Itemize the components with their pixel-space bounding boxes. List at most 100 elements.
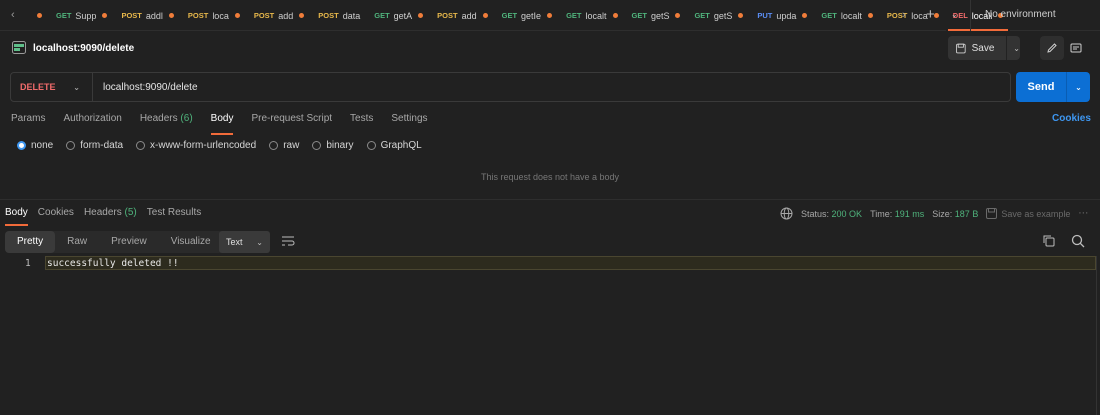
response-view-tab[interactable]: Raw	[55, 231, 99, 253]
request-tab-name: localt	[585, 10, 607, 21]
request-tab[interactable]: PUT upda	[750, 0, 814, 31]
request-tab-name: upda	[776, 10, 797, 21]
documentation-button[interactable]	[1064, 36, 1088, 60]
http-request-icon	[12, 41, 26, 54]
tab-scroll-left-icon[interactable]: ‹	[11, 9, 15, 21]
response-view-tabs: Pretty Raw Preview Visualize	[5, 231, 223, 253]
more-options-icon[interactable]: ⋯	[1078, 208, 1088, 219]
request-tab[interactable]: POST loca	[880, 0, 946, 31]
request-tab-name: data	[342, 10, 361, 21]
request-tab-name: add	[461, 10, 477, 21]
tab-tests[interactable]: Tests	[350, 113, 373, 124]
tab-settings[interactable]: Settings	[391, 113, 427, 124]
request-tab[interactable]: POST add	[430, 0, 494, 31]
editor-scrollbar[interactable]	[1096, 256, 1097, 415]
environment-selector[interactable]: No environment	[985, 9, 1056, 20]
empty-body-message: This request does not have a body	[480, 172, 620, 182]
globe-icon[interactable]	[780, 207, 793, 220]
radio-circle-icon	[66, 141, 76, 150]
request-tab[interactable]: POST data	[311, 0, 367, 31]
request-tab-name: getS	[713, 10, 733, 21]
response-tab-cookies[interactable]: Cookies	[38, 207, 74, 218]
request-title[interactable]: localhost:9090/delete	[33, 43, 134, 54]
request-tab[interactable]: GET getS	[687, 0, 750, 31]
pencil-icon	[1047, 43, 1057, 53]
save-options-chevron-icon[interactable]: ⌄	[1013, 44, 1020, 53]
request-tab[interactable]: POST add	[247, 0, 311, 31]
tab-list-chevron-icon[interactable]: ⌄	[951, 10, 958, 19]
tab-prerequest-script[interactable]: Pre-request Script	[251, 113, 332, 124]
body-type-radio[interactable]: binary	[312, 140, 354, 151]
save-as-example-button[interactable]: Save as example	[986, 208, 1070, 219]
size-field[interactable]: Size: 187 B	[932, 209, 978, 219]
request-tab-method: GET	[821, 11, 837, 20]
body-type-label: binary	[326, 140, 354, 151]
response-tabs: Body Cookies Headers (5) Test Results	[5, 207, 201, 226]
unsaved-dot-icon	[612, 13, 618, 18]
radio-circle-icon	[136, 141, 146, 150]
edit-button[interactable]	[1040, 36, 1064, 60]
request-tab[interactable]: GET getIe	[495, 0, 559, 31]
send-options-chevron-icon[interactable]: ⌄	[1067, 83, 1090, 92]
body-type-radio[interactable]: GraphQL	[366, 140, 422, 151]
status-field[interactable]: Status: 200 OK	[801, 209, 862, 219]
request-tab[interactable]: GET Supp	[49, 0, 114, 31]
status-label: Status:	[801, 208, 830, 219]
unsaved-dot-icon	[675, 13, 681, 18]
method-selector[interactable]: DELETE ⌄	[11, 73, 93, 101]
response-view-tab[interactable]: Visualize	[159, 231, 223, 253]
request-tab-method: GET	[694, 11, 710, 20]
cookies-link[interactable]: Cookies	[1052, 113, 1091, 124]
response-tab-headers[interactable]: Headers (5)	[84, 207, 137, 218]
wrap-lines-icon[interactable]	[281, 235, 295, 247]
documentation-icon	[1070, 43, 1082, 53]
copy-icon[interactable]	[1042, 234, 1055, 247]
body-type-radio-group: none form-data x-www-form-urlencoded raw bin…	[17, 140, 422, 151]
body-type-radio[interactable]: raw	[269, 140, 299, 151]
time-field[interactable]: Time: 191 ms	[870, 209, 924, 219]
body-type-radio[interactable]: form-data	[66, 140, 123, 151]
response-tab-body[interactable]: Body	[5, 207, 28, 226]
request-tab[interactable]: GET localt	[814, 0, 879, 31]
url-input[interactable]: localhost:9090/delete	[93, 82, 198, 93]
request-tab[interactable]: POST addl	[114, 0, 180, 31]
response-view-tab[interactable]: Pretty	[5, 231, 56, 253]
send-button[interactable]: Send ⌄	[1016, 72, 1090, 102]
time-label: Time:	[870, 208, 893, 219]
response-view-tab[interactable]: Preview	[99, 231, 159, 253]
unsaved-dot-icon	[168, 13, 174, 18]
request-tab-name: Supp	[75, 10, 97, 21]
request-tab[interactable]	[28, 0, 49, 31]
new-tab-icon[interactable]: +	[926, 6, 935, 23]
tab-scroll-right-icon[interactable]: ›	[902, 9, 906, 21]
tab-params[interactable]: Params	[11, 113, 45, 124]
request-tab-method: POST	[187, 11, 209, 20]
tab-body[interactable]: Body	[210, 113, 233, 135]
request-tab[interactable]: GET localt	[559, 0, 624, 31]
save-button[interactable]: Save ⌄	[948, 36, 1020, 60]
format-chevron-icon: ⌄	[256, 237, 263, 247]
request-tab-method: GET	[374, 11, 390, 20]
save-example-icon	[986, 208, 998, 219]
tab-headers[interactable]: Headers (6)	[140, 113, 193, 124]
size-label: Size:	[932, 208, 953, 219]
body-type-radio[interactable]: none	[17, 140, 53, 151]
radio-circle-icon	[312, 141, 322, 150]
body-type-radio[interactable]: x-www-form-urlencoded	[136, 140, 256, 151]
request-tab-name: localt	[840, 10, 862, 21]
request-tab[interactable]: GET getA	[367, 0, 430, 31]
response-code-editor[interactable]	[0, 256, 1096, 415]
response-body-line[interactable]: successfully deleted !!	[47, 258, 179, 269]
response-tab-test-results[interactable]: Test Results	[147, 207, 201, 218]
method-chevron-icon: ⌄	[73, 82, 80, 92]
request-tab-name: addl	[145, 10, 163, 21]
search-icon[interactable]	[1071, 234, 1085, 248]
response-format-select[interactable]: Text ⌄	[219, 231, 270, 253]
request-tab[interactable]: GET getS	[625, 0, 688, 31]
response-status-bar: Status: 200 OK Time: 191 ms Size: 187 B …	[780, 207, 1088, 220]
response-divider[interactable]	[0, 199, 1100, 200]
unsaved-dot-icon	[418, 13, 424, 18]
request-tab[interactable]: POST loca	[181, 0, 247, 31]
tab-authorization[interactable]: Authorization	[63, 113, 121, 124]
request-tabs-bar: GET Supp POST addl POST loca POST add POST data GE…	[28, 0, 1011, 31]
